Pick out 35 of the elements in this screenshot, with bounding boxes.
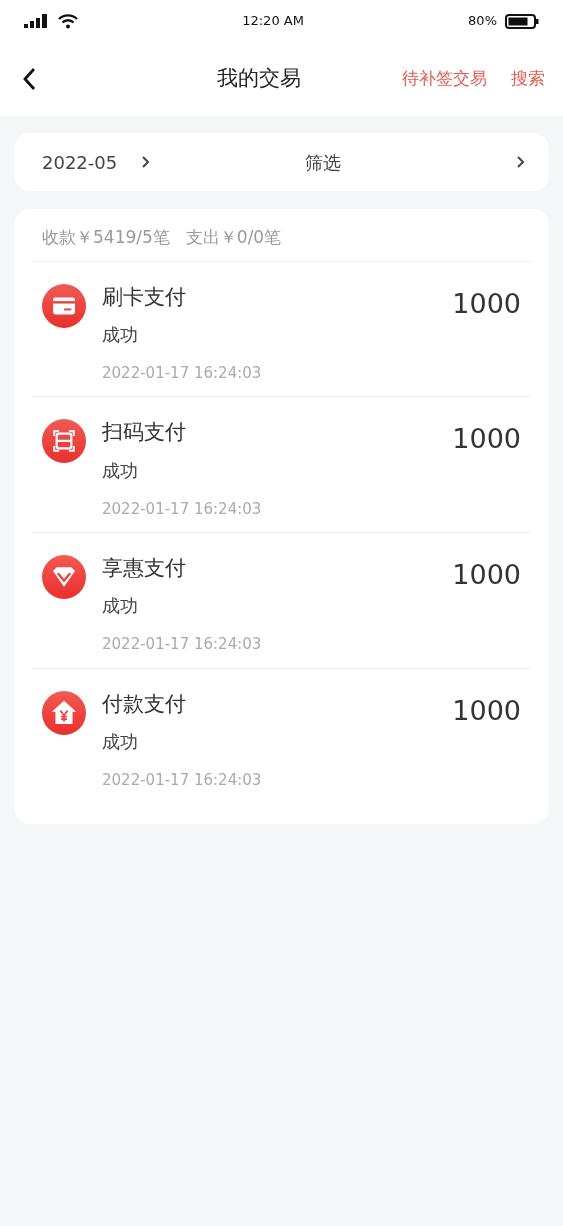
battery-icon xyxy=(505,13,539,29)
transaction-status: 成功 xyxy=(102,322,139,347)
transaction-time: 2022-01-17 16:24:03 xyxy=(102,498,263,520)
chevron-right-icon xyxy=(141,155,151,169)
transaction-status: 成功 xyxy=(102,730,139,755)
expense-summary: 支出￥0/0笔 xyxy=(185,226,282,249)
transaction-time: 2022-01-17 16:24:03 xyxy=(102,362,263,384)
transaction-amount: 1000 xyxy=(452,286,521,321)
transaction-title: 享惠支付 xyxy=(102,555,187,583)
transaction-title: 付款支付 xyxy=(102,690,187,718)
status-time: 12:20 AM xyxy=(242,12,304,31)
transaction-amount: 1000 xyxy=(452,422,521,457)
page-title: 我的交易 xyxy=(217,65,301,93)
chevron-right-icon xyxy=(516,155,525,169)
transaction-time: 2022-01-17 16:24:03 xyxy=(102,770,263,792)
transaction-time: 2022-01-17 16:24:03 xyxy=(102,634,263,656)
transaction-status: 成功 xyxy=(102,594,139,619)
nav-action-link[interactable]: 待补签交易 xyxy=(402,66,487,92)
transaction-amount: 1000 xyxy=(452,558,521,593)
nav-action-link[interactable]: 搜索 xyxy=(511,66,545,92)
back-icon xyxy=(22,67,36,92)
back-button[interactable] xyxy=(22,66,36,92)
income-summary: 收款￥5419/5笔 xyxy=(42,226,170,249)
transaction-status: 成功 xyxy=(102,458,139,483)
scan-icon xyxy=(42,419,86,464)
transaction-title: 刷卡支付 xyxy=(102,283,187,311)
transaction-amount: 1000 xyxy=(452,693,521,728)
signal-icon xyxy=(24,14,50,28)
card-icon xyxy=(42,283,86,328)
month-picker[interactable]: 2022-05 xyxy=(42,148,151,176)
filter-button[interactable]: 筛选 xyxy=(150,148,525,176)
battery-percent: 80% xyxy=(468,12,497,31)
wifi-icon xyxy=(58,13,78,29)
house-icon xyxy=(42,690,86,735)
transaction-title: 扫码支付 xyxy=(102,419,187,447)
